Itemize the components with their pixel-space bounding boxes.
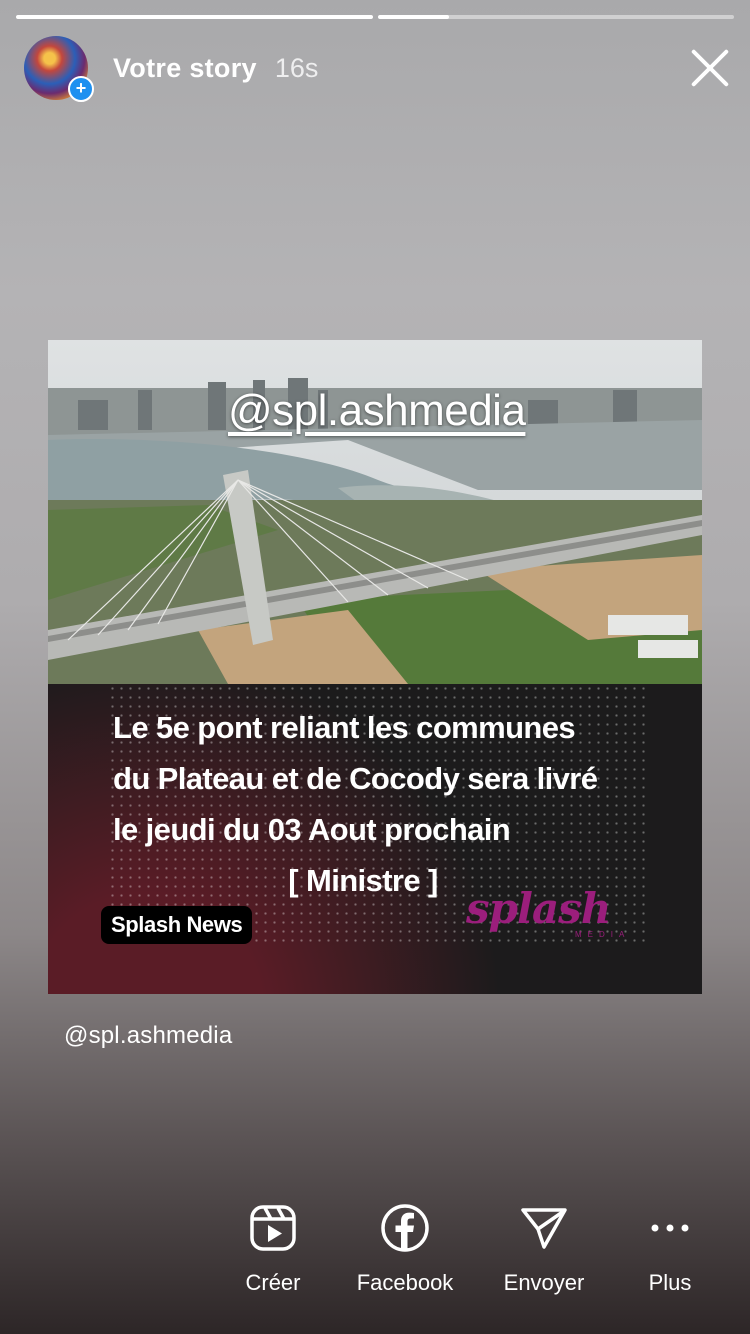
- facebook-icon: [335, 1200, 475, 1256]
- more-icon: [600, 1200, 740, 1256]
- story-progress: [16, 15, 734, 19]
- brand-tag: Splash News: [101, 906, 253, 944]
- splash-logo: splash: [466, 884, 611, 933]
- post-headline: Le 5e pont reliant les communes du Plate…: [113, 702, 673, 906]
- story-timestamp: 16s: [274, 52, 319, 83]
- story-username[interactable]: Votre story: [113, 53, 257, 84]
- headline-line-3: le jeudi du 03 Aout prochain: [113, 812, 511, 847]
- avatar[interactable]: +: [24, 36, 94, 102]
- close-icon[interactable]: [688, 46, 732, 90]
- create-label: Créer: [245, 1270, 301, 1295]
- create-button[interactable]: Créer: [203, 1200, 343, 1296]
- facebook-label: Facebook: [356, 1270, 454, 1295]
- send-label: Envoyer: [503, 1270, 585, 1295]
- headline-line-1: Le 5e pont reliant les communes: [113, 710, 576, 745]
- shared-post[interactable]: @spl.ashmedia Le 5e pont reliant les com…: [48, 340, 702, 994]
- share-actions: Créer Facebook Envoyer Plus: [0, 1200, 750, 1310]
- splash-logo-subtext: MEDIA: [575, 930, 631, 939]
- more-label: Plus: [648, 1270, 692, 1295]
- story-header: + Votre story 16s: [24, 36, 732, 102]
- reels-icon: [203, 1200, 343, 1256]
- progress-segment-1: [16, 15, 373, 19]
- facebook-button[interactable]: Facebook: [335, 1200, 475, 1296]
- headline-line-2: du Plateau et de Cocody sera livré: [113, 761, 598, 796]
- send-icon: [474, 1200, 614, 1256]
- post-text-panel: Le 5e pont reliant les communes du Plate…: [48, 684, 702, 994]
- mention-sticker[interactable]: @spl.ashmedia: [228, 386, 526, 436]
- send-button[interactable]: Envoyer: [474, 1200, 614, 1296]
- add-story-badge[interactable]: +: [68, 76, 94, 102]
- progress-segment-2: [377, 15, 734, 19]
- more-button[interactable]: Plus: [600, 1200, 740, 1296]
- post-caption[interactable]: @spl.ashmedia: [64, 1022, 232, 1050]
